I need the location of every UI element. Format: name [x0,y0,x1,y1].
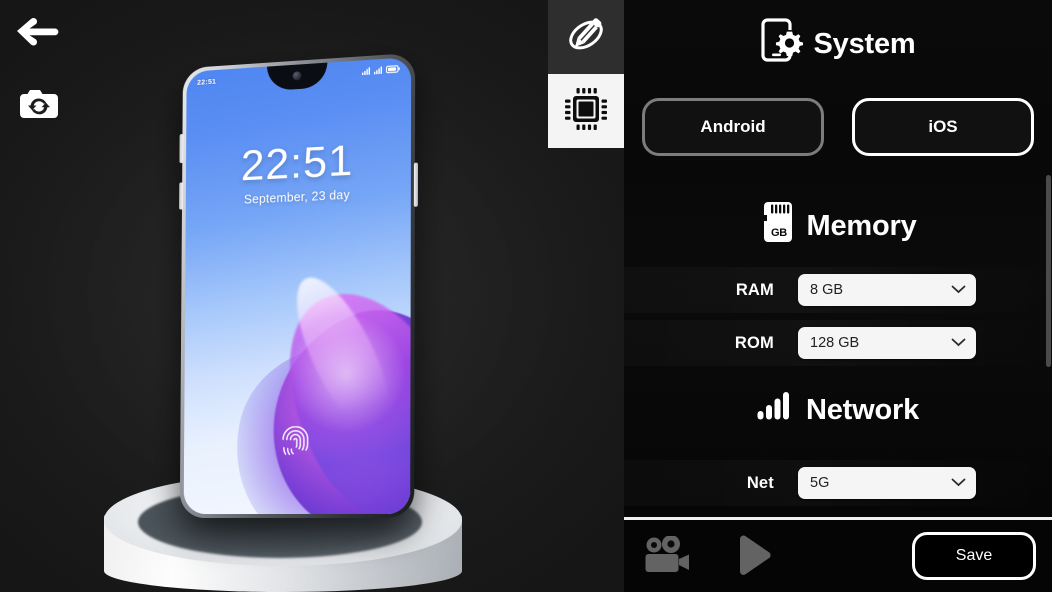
panel-scrollbar-thumb[interactable] [1046,175,1051,367]
cpu-chip-icon [562,85,610,138]
sd-card-icon: GB [760,201,796,251]
panel-scrollbar[interactable] [1046,0,1052,518]
tool-tab-strip [548,0,624,148]
fingerprint-icon [281,426,311,465]
chevron-down-icon [951,335,966,351]
section-header-system: System [624,18,1052,70]
play-icon [734,534,774,581]
design-tab[interactable] [548,0,624,74]
battery-icon [386,65,400,74]
field-label-net: Net [746,473,774,492]
select-rom-value: 128 GB [810,335,860,351]
save-button-label: Save [955,547,993,564]
section-header-memory: GB Memory [624,201,1052,251]
signal-bars-icon [757,391,795,429]
config-panel: System Android iOS GB Memory RAM 8 GB RO… [624,0,1052,592]
os-button-ios[interactable]: iOS [852,98,1034,156]
config-panel-scroll[interactable]: System Android iOS GB Memory RAM 8 GB RO… [624,0,1052,518]
back-arrow-icon [14,14,60,53]
volume-up-button [179,133,184,164]
phone-3d-viewport[interactable]: 22:51 22:51 September, 23 day [0,0,624,592]
power-button [413,162,418,207]
status-bar-time: 22:51 [196,76,217,87]
field-label-ram: RAM [735,280,774,299]
save-button[interactable]: Save [912,532,1036,580]
field-row-net: Net 5G [624,460,1052,506]
bottom-action-bar: Save [624,520,1052,592]
select-ram[interactable]: 8 GB [798,274,976,306]
chevron-down-icon [951,282,966,298]
back-button[interactable] [10,6,64,60]
phone-screen: 22:51 22:51 September, 23 day [183,57,412,515]
section-header-network: Network [624,391,1052,429]
section-title-text: Network [805,393,919,426]
chevron-down-icon [951,475,966,491]
app-root: 22:51 22:51 September, 23 day System And… [0,0,1052,592]
os-button-android-label: Android [700,117,766,136]
field-row-rom: ROM 128 GB [624,320,1052,366]
select-rom[interactable]: 128 GB [798,327,976,359]
select-net-value: 5G [810,475,830,491]
play-button[interactable] [728,534,780,580]
section-title-text: System [813,27,916,60]
os-button-ios-label: iOS [928,117,958,136]
phone-model[interactable]: 22:51 22:51 September, 23 day [179,52,418,519]
volume-down-button [179,182,184,210]
pencil-orbit-icon [563,12,609,63]
sd-card-icon-label: GB [770,227,786,239]
field-label-rom: ROM [734,333,774,352]
signal-icon [362,67,370,76]
phone-gear-icon [760,18,803,70]
select-ram-value: 8 GB [810,282,844,298]
video-camera-icon [644,534,696,579]
status-bar-icons [362,65,400,76]
field-row-ram: RAM 8 GB [624,267,1052,313]
signal-icon [373,66,382,75]
camera-reset-icon [16,83,62,128]
os-button-android[interactable]: Android [642,98,824,156]
section-title-text: Memory [806,209,917,242]
os-option-row: Android iOS [624,98,1052,156]
select-net[interactable]: 5G [798,467,976,499]
lockscreen-clock: 22:51 [240,136,354,191]
hardware-tab[interactable] [548,74,624,148]
record-video-button[interactable] [642,534,698,579]
reset-camera-button[interactable] [12,78,66,132]
